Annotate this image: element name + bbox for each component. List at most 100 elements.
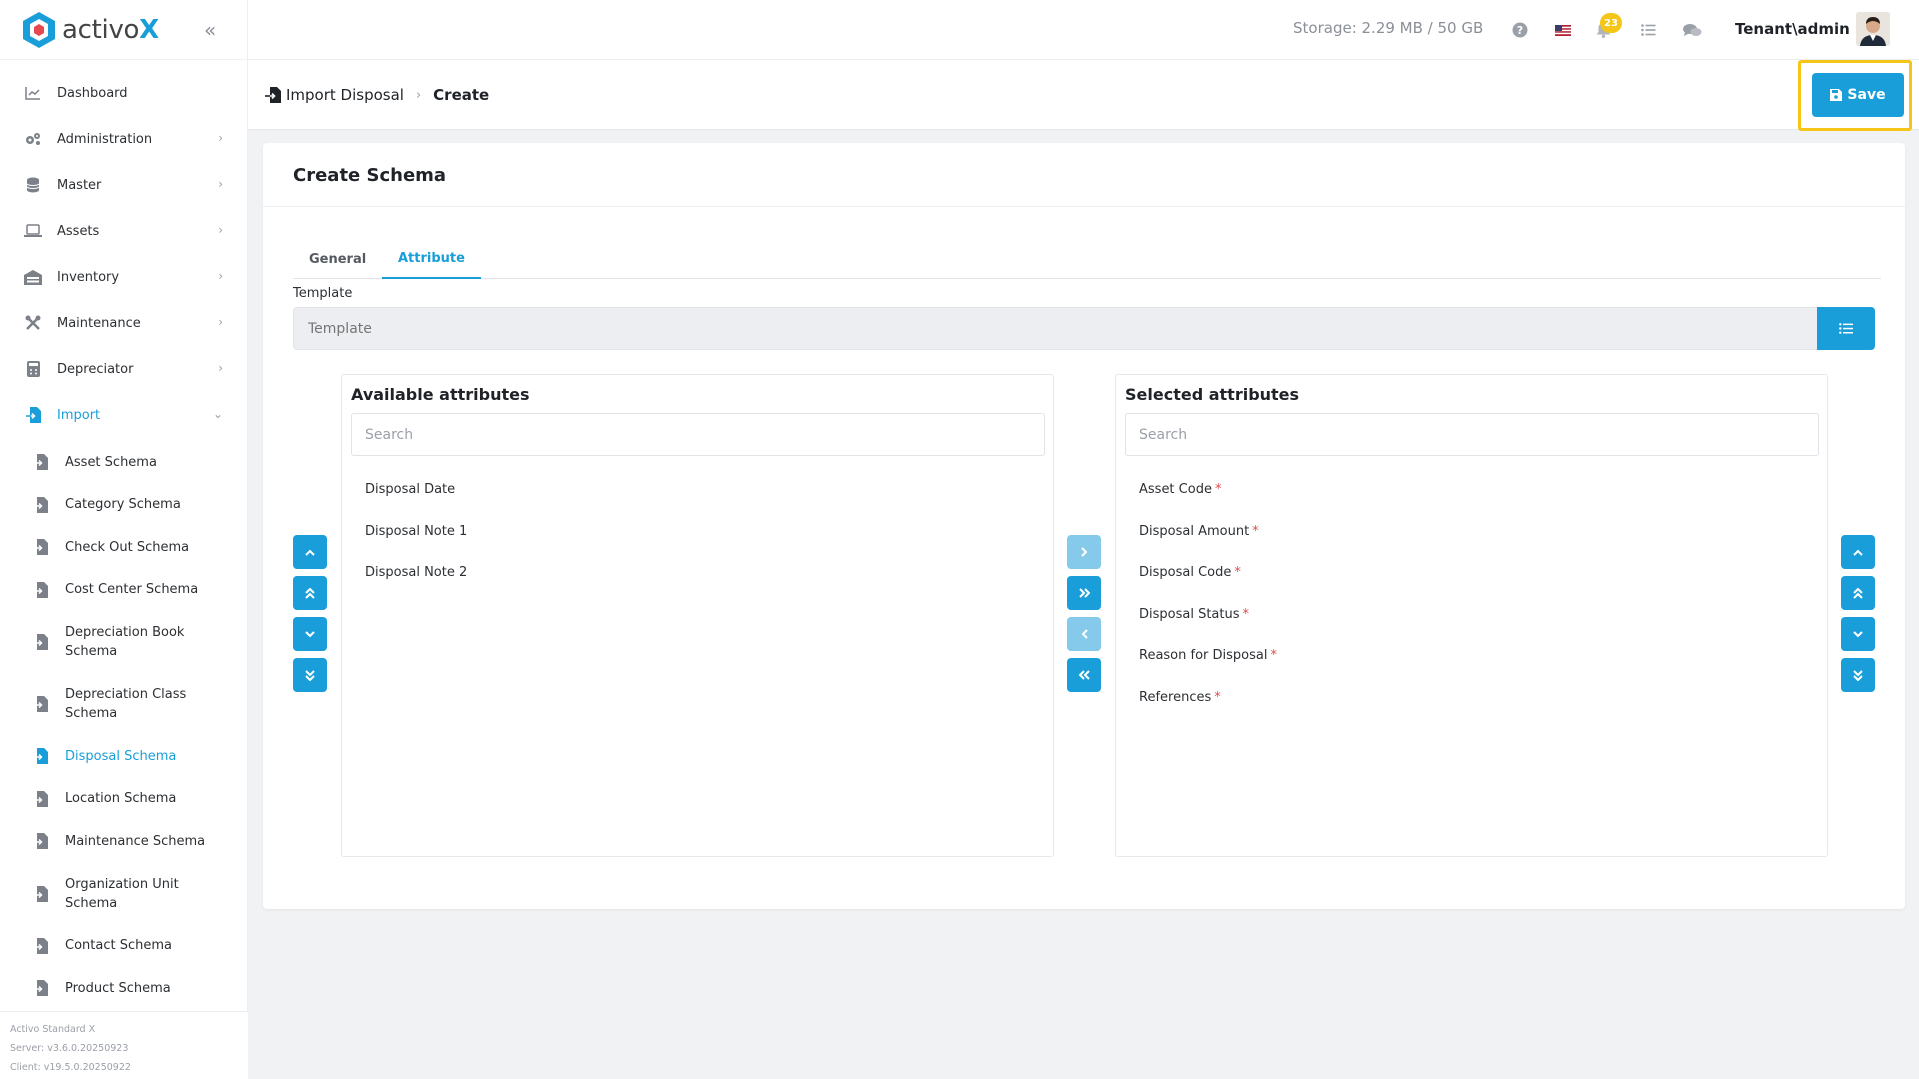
list-item[interactable]: Asset Code * [1139, 469, 1277, 511]
file-import-icon [33, 581, 48, 598]
notification-badge: 23 [1600, 13, 1622, 33]
us-flag-icon[interactable] [1553, 20, 1573, 40]
sidebar-item-maintenance-schema[interactable]: Maintenance Schema [0, 820, 247, 863]
tab-general[interactable]: General [293, 240, 382, 279]
double-chevron-left-icon [1078, 670, 1090, 680]
sidebar-item-label: Asset Schema [65, 454, 157, 470]
available-attributes-panel: Available attributes Disposal Date Dispo… [341, 374, 1054, 857]
template-picker-button[interactable] [1817, 307, 1875, 350]
sidebar-item-label: Cost Center Schema [65, 582, 199, 598]
chevron-down-icon: ⌄ [212, 407, 223, 421]
list-item[interactable]: Disposal Date [365, 469, 467, 511]
required-mark: * [1214, 689, 1221, 705]
required-mark: * [1270, 648, 1277, 663]
list-item[interactable]: Disposal Amount * [1139, 511, 1277, 553]
sidebar-item-label: Master [57, 177, 102, 193]
chevron-up-icon [1853, 549, 1863, 556]
move-all-right-button[interactable] [1067, 576, 1101, 610]
user-name[interactable]: Tenant\admin [1735, 20, 1850, 38]
save-button-label: Save [1847, 87, 1886, 103]
sidebar-item-check-out-schema[interactable]: Check Out Schema [0, 526, 247, 569]
sidebar-item-depreciation-book-schema[interactable]: Depreciation Book Schema [0, 611, 247, 673]
selected-move-down-button[interactable] [1841, 617, 1875, 651]
move-selected-right-button[interactable] [1067, 535, 1101, 569]
sidebar-item-administration[interactable]: Administration › [0, 116, 247, 162]
chevron-right-icon: › [415, 87, 422, 103]
chevron-down-icon [305, 630, 315, 637]
chevron-right-icon: › [218, 177, 223, 191]
sidebar-item-depreciator[interactable]: Depreciator › [0, 346, 247, 392]
avatar[interactable] [1856, 12, 1890, 46]
sidebar-item-label: Product Schema [65, 980, 171, 996]
collapse-sidebar-icon[interactable]: « [204, 18, 216, 42]
sidebar-item-disposal-schema[interactable]: Disposal Schema [0, 735, 247, 778]
list-item[interactable]: Disposal Status * [1139, 594, 1277, 636]
breadcrumb-parent[interactable]: Import Disposal [286, 86, 404, 104]
sidebar-item-label: Disposal Schema [65, 748, 177, 764]
chevron-down-icon [1853, 630, 1863, 637]
list-item[interactable]: References * [1139, 677, 1277, 719]
file-import-icon [33, 937, 48, 954]
move-selected-left-button[interactable] [1067, 617, 1101, 651]
selected-move-bottom-button[interactable] [1841, 658, 1875, 692]
move-bottom-button[interactable] [293, 658, 327, 692]
attribute-label: Disposal Status [1139, 606, 1240, 622]
sidebar-item-master[interactable]: Master › [0, 162, 247, 208]
sidebar-item-organization-unit-schema[interactable]: Organization Unit Schema [0, 863, 247, 925]
sidebar-item-label: Inventory [57, 269, 120, 285]
file-import-icon [24, 406, 42, 424]
sidebar-item-category-schema[interactable]: Category Schema [0, 484, 247, 527]
double-chevron-down-icon [305, 669, 315, 681]
selected-move-up-button[interactable] [1841, 535, 1875, 569]
tab-attribute[interactable]: Attribute [382, 240, 481, 279]
available-attributes-list: Disposal Date Disposal Note 1 Disposal N… [365, 469, 467, 594]
available-search-input[interactable] [351, 413, 1045, 456]
list-item[interactable]: Disposal Note 1 [365, 511, 467, 553]
sidebar-item-import[interactable]: Import ⌄ [0, 392, 247, 438]
sidebar-item-asset-schema[interactable]: Asset Schema [0, 441, 247, 484]
list-item[interactable]: Disposal Note 2 [365, 552, 467, 594]
save-button[interactable]: Save [1812, 73, 1904, 117]
file-import-icon [33, 634, 48, 650]
sidebar-item-label: Check Out Schema [65, 539, 190, 555]
move-all-left-button[interactable] [1067, 658, 1101, 692]
move-down-button[interactable] [293, 617, 327, 651]
sidebar-item-inventory[interactable]: Inventory › [0, 254, 247, 300]
chevron-right-icon: › [218, 269, 223, 283]
sidebar-item-depreciation-class-schema[interactable]: Depreciation Class Schema [0, 673, 247, 735]
sidebar-item-label: Maintenance [57, 315, 141, 331]
template-input[interactable] [293, 307, 1818, 350]
sidebar-item-label: Administration [57, 131, 153, 147]
file-import-icon [33, 748, 48, 765]
sidebar-item-label: Organization Unit Schema [65, 876, 179, 911]
chevron-right-icon: › [218, 131, 223, 145]
tools-icon [24, 314, 42, 332]
file-import-icon [265, 87, 281, 103]
sidebar-item-dashboard[interactable]: Dashboard [0, 70, 247, 116]
selected-search-input[interactable] [1125, 413, 1819, 456]
task-list-icon[interactable] [1638, 20, 1658, 40]
attribute-label: Reason for Disposal [1139, 648, 1268, 663]
sidebar-item-contact-schema[interactable]: Contact Schema [0, 925, 247, 968]
selected-move-top-button[interactable] [1841, 576, 1875, 610]
help-icon[interactable]: ? [1510, 20, 1530, 40]
database-icon [24, 176, 42, 194]
sidebar-item-maintenance[interactable]: Maintenance › [0, 300, 247, 346]
move-top-button[interactable] [293, 576, 327, 610]
selected-attributes-panel: Selected attributes Asset Code* Disposal… [1115, 374, 1828, 857]
list-item[interactable]: Reason for Disposal * [1139, 635, 1277, 677]
chart-line-icon [24, 84, 42, 102]
sidebar-item-cost-center-schema[interactable]: Cost Center Schema [0, 569, 247, 612]
chevron-right-icon: › [218, 361, 223, 375]
chat-icon[interactable] [1682, 20, 1702, 40]
required-mark: * [1242, 606, 1250, 622]
page-header: Import Disposal › Create Save [248, 60, 1919, 131]
chevron-right-icon: › [218, 315, 223, 329]
sidebar-item-product-schema[interactable]: Product Schema [0, 967, 247, 1010]
chevron-right-icon: › [218, 223, 223, 237]
double-chevron-up-icon [305, 587, 315, 599]
list-item[interactable]: Disposal Code * [1139, 552, 1277, 594]
sidebar-item-location-schema[interactable]: Location Schema [0, 778, 247, 821]
sidebar-item-assets[interactable]: Assets › [0, 208, 247, 254]
move-up-button[interactable] [293, 535, 327, 569]
